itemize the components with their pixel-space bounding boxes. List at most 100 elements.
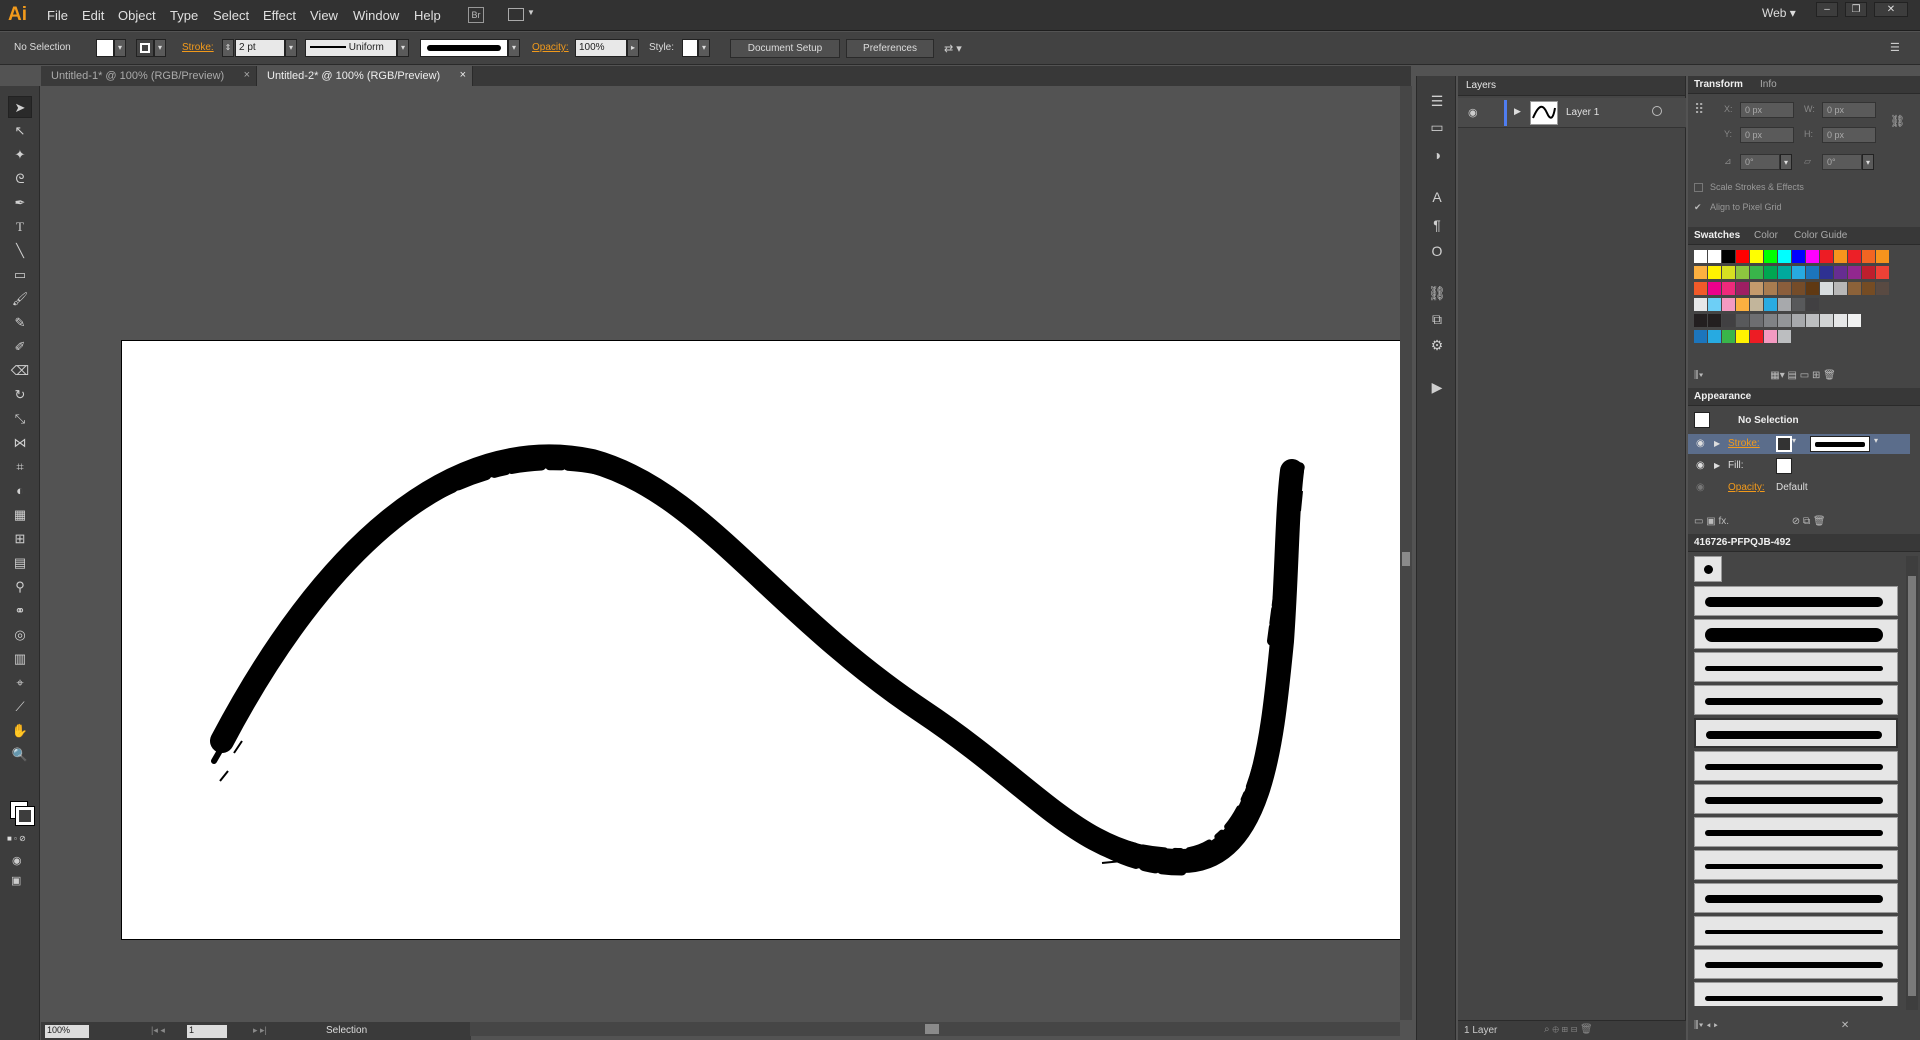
artboard[interactable] [121, 340, 1401, 940]
shear-field[interactable]: 0° [1822, 154, 1862, 170]
color-swatch[interactable] [1694, 250, 1707, 263]
mesh-tool-icon[interactable]: ⊞ [8, 528, 32, 550]
tab-untitled-1[interactable]: Untitled-1* @ 100% (RGB/Preview) × [41, 66, 257, 86]
stroke-weight-input[interactable]: 2 pt [235, 39, 285, 57]
document-setup-button[interactable]: Document Setup [730, 39, 840, 58]
color-swatch[interactable] [1792, 250, 1805, 263]
chevron-down-icon[interactable]: ▼ [527, 8, 535, 17]
maximize-button[interactable]: ❐ [1845, 2, 1867, 17]
color-swatch[interactable] [1750, 282, 1763, 295]
paintbrush-tool-icon[interactable]: 🖌 [8, 288, 32, 310]
selection-tool-icon[interactable]: ➤ [8, 96, 32, 118]
color-swatch[interactable] [1708, 266, 1721, 279]
direct-selection-tool-icon[interactable]: ↖ [8, 120, 32, 142]
menu-lines-icon[interactable]: ☰ [1425, 90, 1449, 112]
visibility-eye-icon[interactable]: ◉ [1696, 460, 1705, 471]
color-swatch[interactable] [1722, 330, 1735, 343]
constrain-proportions-icon[interactable]: ⛓ [1890, 114, 1905, 128]
arrange-documents-icon[interactable] [508, 8, 524, 21]
color-swatch[interactable] [1834, 314, 1847, 327]
symbol-sprayer-tool-icon[interactable]: ◎ [8, 624, 32, 646]
stroke-label[interactable]: Stroke: [182, 42, 214, 53]
color-swatch[interactable] [1848, 282, 1861, 295]
brush-stroke-artwork[interactable] [122, 341, 1402, 941]
color-swatch[interactable] [1778, 298, 1791, 311]
brush-swatch[interactable] [1694, 685, 1898, 715]
stroke-weight-dropdown[interactable]: ▾ [285, 39, 297, 57]
color-swatch[interactable] [1792, 314, 1805, 327]
fill-swatch[interactable] [96, 39, 114, 57]
color-swatch[interactable] [1764, 314, 1777, 327]
reference-point-icon[interactable]: ⠿ [1694, 101, 1704, 118]
color-swatch[interactable] [1736, 266, 1749, 279]
color-swatch[interactable] [1876, 250, 1889, 263]
color-swatch[interactable] [1764, 266, 1777, 279]
blend-tool-icon[interactable]: ⚭ [8, 600, 32, 622]
color-swatch[interactable] [1722, 266, 1735, 279]
color-swatch[interactable] [1708, 314, 1721, 327]
color-swatch[interactable] [1736, 298, 1749, 311]
h-field[interactable]: 0 px [1822, 127, 1876, 143]
play-action-icon[interactable]: ▶ [1425, 376, 1449, 398]
color-swatch[interactable] [1750, 314, 1763, 327]
color-swatch[interactable] [1792, 266, 1805, 279]
brush-swatch[interactable] [1694, 586, 1898, 616]
brush-swatch[interactable] [1694, 949, 1898, 979]
line-tool-icon[interactable]: ╲ [8, 240, 32, 262]
color-swatch[interactable] [1736, 314, 1749, 327]
preferences-button[interactable]: Preferences [846, 39, 934, 58]
rectangle-tool-icon[interactable]: ▭ [8, 264, 32, 286]
visibility-eye-icon[interactable]: ◉ [1696, 482, 1705, 493]
color-swatch[interactable] [1820, 266, 1833, 279]
close-tab-icon[interactable]: × [460, 69, 466, 81]
eraser-tool-icon[interactable]: ⌫ [8, 360, 32, 382]
brushes-footer-icons[interactable]: ⫼▾ ◂ ▸ ✕ [1694, 1020, 1914, 1031]
horizontal-scroll-thumb[interactable] [925, 1024, 939, 1034]
color-swatch[interactable] [1848, 266, 1861, 279]
color-swatch[interactable] [1862, 282, 1875, 295]
rotate-field[interactable]: 0° [1740, 154, 1780, 170]
brush-swatch[interactable] [1694, 883, 1898, 913]
artboard-nav-prev[interactable]: |◂ ◂ [151, 1025, 165, 1036]
color-swatch[interactable] [1834, 266, 1847, 279]
layer-footer-icons[interactable]: ⌕ ⊕ ⊞ ⊟ 🗑 [1544, 1024, 1593, 1035]
brush-swatch[interactable] [1694, 916, 1898, 946]
tab-transform[interactable]: Transform [1694, 79, 1743, 90]
x-field[interactable]: 0 px [1740, 102, 1794, 118]
appearance-footer-icons[interactable]: ▭ ▣ fx. ⊘ ⧉ 🗑 [1694, 516, 1914, 527]
minimize-button[interactable]: – [1816, 2, 1838, 17]
opentype-panel-icon[interactable]: O [1425, 240, 1449, 262]
width-tool-icon[interactable]: ⋈ [8, 432, 32, 454]
color-swatch[interactable] [1708, 330, 1721, 343]
gradient-panel-icon[interactable]: ▭ [1425, 116, 1449, 138]
layer-name[interactable]: Layer 1 [1566, 107, 1599, 118]
w-field[interactable]: 0 px [1822, 102, 1876, 118]
swatch-grid[interactable] [1694, 250, 1904, 410]
color-swatch[interactable] [1820, 282, 1833, 295]
tab-color-guide[interactable]: Color Guide [1794, 230, 1847, 241]
appearance-fill-row[interactable]: ◉ ▶ Fill: [1688, 456, 1910, 476]
menu-effect[interactable]: Effect [263, 8, 296, 23]
color-swatch[interactable] [1792, 282, 1805, 295]
rotate-tool-icon[interactable]: ↻ [8, 384, 32, 406]
magic-wand-tool-icon[interactable]: ✦ [8, 144, 32, 166]
stroke-swatch[interactable] [136, 39, 154, 57]
appearance-opacity-label[interactable]: Opacity: [1728, 482, 1765, 493]
color-swatch[interactable] [1722, 250, 1735, 263]
color-swatch[interactable] [1820, 314, 1833, 327]
horizontal-scrollbar[interactable] [470, 1022, 1400, 1036]
color-swatch[interactable] [1778, 314, 1791, 327]
panel-menu-icon[interactable]: ☰ [1890, 41, 1900, 54]
actions-settings-icon[interactable]: ⚙ [1425, 334, 1449, 356]
color-swatch[interactable] [1792, 298, 1805, 311]
expand-triangle-icon[interactable]: ▶ [1714, 439, 1720, 448]
stroke-weight-stepper[interactable]: ⇕ [222, 39, 234, 57]
rotate-dropdown[interactable]: ▾ [1780, 154, 1792, 170]
blob-brush-tool-icon[interactable]: ✐ [8, 336, 32, 358]
artboard-number-field[interactable]: 1 [187, 1025, 227, 1038]
color-swatch[interactable] [1694, 266, 1707, 279]
stroke-color-swatch[interactable] [1776, 436, 1792, 452]
transparency-panel-icon[interactable]: ◑ [1425, 144, 1449, 166]
menu-file[interactable]: File [47, 8, 68, 23]
color-swatch[interactable] [1862, 250, 1875, 263]
